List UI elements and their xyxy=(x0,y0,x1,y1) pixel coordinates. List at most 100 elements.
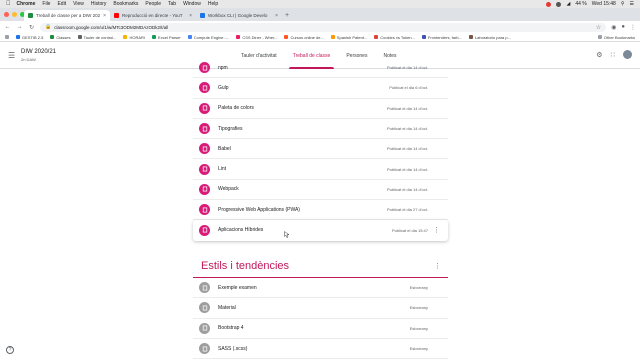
url-text[interactable]: classroom.google.com/u/1/w/MTc3ODM2MDAzO… xyxy=(54,25,168,30)
bookmark-item[interactable]: Spanish Patent... xyxy=(330,35,367,40)
menu-window[interactable]: Window xyxy=(183,1,201,7)
class-title[interactable]: DIW 2020/21 xyxy=(21,49,56,55)
bookmark-label: Cursos online de... xyxy=(290,34,324,40)
menu-bookmarks[interactable]: Bookmarks xyxy=(113,1,138,7)
bookmark-label: Laboratorio para p... xyxy=(474,34,511,40)
menubar-app-name[interactable]: Chrome xyxy=(17,1,36,7)
list-item[interactable]: Progressive Web Applications (PWA) Publi… xyxy=(193,200,448,221)
chrome-menu-icon[interactable]: ⋮ xyxy=(630,24,636,31)
browser-tab[interactable]: Treball de classe per a DIW 2020 × xyxy=(24,10,110,21)
list-item[interactable]: Tipografies Publicat el dia 14 d'oct. xyxy=(193,119,448,140)
bookmark-favicon-icon xyxy=(50,35,55,39)
item-title: Material xyxy=(218,304,236,311)
bookmark-item[interactable]: Classes xyxy=(50,35,71,40)
item-title: Aplicacions Híbrides xyxy=(218,227,264,234)
material-icon xyxy=(199,123,210,135)
list-item[interactable]: Bootstrap 4 Esborrany xyxy=(193,319,448,339)
search-icon[interactable]: ⚲ xyxy=(621,1,625,7)
extension-icon[interactable]: ◉ xyxy=(611,24,616,31)
menu-people[interactable]: People xyxy=(145,1,161,7)
bookmark-item[interactable]: Cursos online de... xyxy=(284,34,324,40)
battery-label[interactable]: 44 % xyxy=(575,1,586,7)
status-icon[interactable] xyxy=(556,1,562,7)
other-bookmarks[interactable]: Other Bookmarks xyxy=(597,35,635,40)
item-date: Publicat el dia 6 d'oct. xyxy=(389,85,428,91)
apple-icon[interactable]:  xyxy=(6,1,11,7)
bookmark-item[interactable]: Laboratorio para p... xyxy=(468,34,511,40)
materials-list: npm Publicat el dia 14 d'oct. Gulp Publi… xyxy=(193,58,448,241)
material-icon xyxy=(199,82,210,94)
list-item[interactable]: Babel Publicat el dia 14 d'oct. xyxy=(193,139,448,160)
more-options-icon[interactable]: ⋮ xyxy=(433,226,440,234)
item-date: Publicat el dia 14 d'oct. xyxy=(386,126,428,132)
header-actions: ⚙ ∷ xyxy=(596,50,632,59)
bookmark-item[interactable] xyxy=(5,35,9,39)
minimize-window-icon[interactable] xyxy=(12,12,17,17)
menu-history[interactable]: History xyxy=(91,1,107,7)
bookmark-favicon-icon xyxy=(77,35,82,39)
topic-list: Exemple examen Esborrany Material Esborr… xyxy=(193,278,448,360)
bookmark-item[interactable]: Tauler de control... xyxy=(77,35,116,40)
menu-icon[interactable]: ☰ xyxy=(630,1,634,7)
menu-view[interactable]: View xyxy=(73,1,84,7)
topic-options-icon[interactable]: ⋮ xyxy=(434,262,441,270)
close-tab-icon[interactable]: × xyxy=(103,13,106,19)
menu-tab[interactable]: Tab xyxy=(168,1,176,7)
close-tab-icon[interactable]: × xyxy=(275,13,278,19)
item-title: Babel xyxy=(218,145,231,152)
item-status: Esborrany xyxy=(409,325,428,331)
browser-tab[interactable]: Reproducció en directe - YouT × xyxy=(110,10,196,21)
bookmark-item[interactable]: Frontenders, farb... xyxy=(421,35,462,40)
address-bar[interactable]: 🔒 classroom.google.com/u/1/w/MTc3ODM2MDA… xyxy=(40,22,607,32)
lock-icon[interactable]: 🔒 xyxy=(45,24,51,30)
bookmark-item[interactable]: Cookies vs Token... xyxy=(374,35,415,40)
apps-grid-icon[interactable]: ∷ xyxy=(611,51,615,59)
bookmark-favicon-icon xyxy=(187,35,192,39)
back-icon[interactable]: ← xyxy=(4,24,11,30)
avatar[interactable] xyxy=(623,50,632,59)
bookmark-item[interactable]: Excel Parser xyxy=(152,35,181,40)
record-icon[interactable] xyxy=(546,1,552,7)
forward-icon[interactable]: → xyxy=(16,24,23,30)
list-item[interactable]: Aplicacions Híbrides Publicat el dia 15:… xyxy=(193,220,448,241)
youtube-favicon-icon xyxy=(114,13,119,18)
list-item[interactable]: npm Publicat el dia 14 d'oct. xyxy=(193,58,448,79)
bookmark-item[interactable]: Compute Engine -... xyxy=(187,35,229,40)
list-item[interactable]: Material Esborrany xyxy=(193,298,448,319)
main-menu-icon[interactable]: ☰ xyxy=(8,51,15,60)
bookmark-star-icon[interactable]: ☆ xyxy=(596,24,601,31)
list-item[interactable]: Gulp Publicat el dia 6 d'oct. xyxy=(193,78,448,99)
material-icon xyxy=(199,343,210,355)
bookmark-favicon-icon xyxy=(421,35,426,39)
material-icon xyxy=(199,322,210,334)
settings-icon[interactable]: ⚙ xyxy=(596,51,602,59)
bookmark-item[interactable]: GESTIB 2.5 xyxy=(16,35,43,40)
list-item[interactable]: Paleta de colors Publicat el dia 14 d'oc… xyxy=(193,99,448,119)
new-tab-icon[interactable]: + xyxy=(285,10,289,21)
wifi-icon[interactable]: ◢ xyxy=(566,1,570,7)
list-item[interactable]: Exemple examen Esborrany xyxy=(193,278,448,299)
bookmark-label: Excel Parser xyxy=(158,34,181,40)
bookmark-favicon-icon xyxy=(236,35,241,39)
close-tab-icon[interactable]: × xyxy=(189,13,192,19)
menu-help[interactable]: Help xyxy=(208,1,218,7)
help-icon[interactable]: ? xyxy=(6,346,14,354)
browser-toolbar: ← → ↻ 🔒 classroom.google.com/u/1/w/MTc3O… xyxy=(0,21,640,33)
reload-icon[interactable]: ↻ xyxy=(28,24,35,31)
tab-title: Reproducció en directe - YouT xyxy=(122,13,183,18)
menu-file[interactable]: File xyxy=(42,1,50,7)
topic-header: Estils i tendències ⋮ xyxy=(201,260,441,278)
list-item[interactable]: Lint Publicat el dia 14 d'oct. xyxy=(193,159,448,180)
browser-tab[interactable]: Workbox CLI | Google Develo × xyxy=(196,10,282,21)
profile-icon[interactable]: ● xyxy=(621,24,625,30)
material-icon xyxy=(199,143,210,155)
menu-edit[interactable]: Edit xyxy=(57,1,66,7)
material-icon xyxy=(199,102,210,114)
item-title: Gulp xyxy=(218,84,229,91)
clock[interactable]: Wed 15:48 xyxy=(592,1,616,7)
bookmark-item[interactable]: HORARI xyxy=(123,35,145,40)
list-item[interactable]: Webpack Publicat el dia 14 d'oct. xyxy=(193,180,448,201)
bookmark-item[interactable]: CSS Diner - Wher... xyxy=(236,35,277,40)
list-item[interactable]: SASS (.scss) Esborrany xyxy=(193,339,448,360)
close-window-icon[interactable] xyxy=(4,12,9,17)
